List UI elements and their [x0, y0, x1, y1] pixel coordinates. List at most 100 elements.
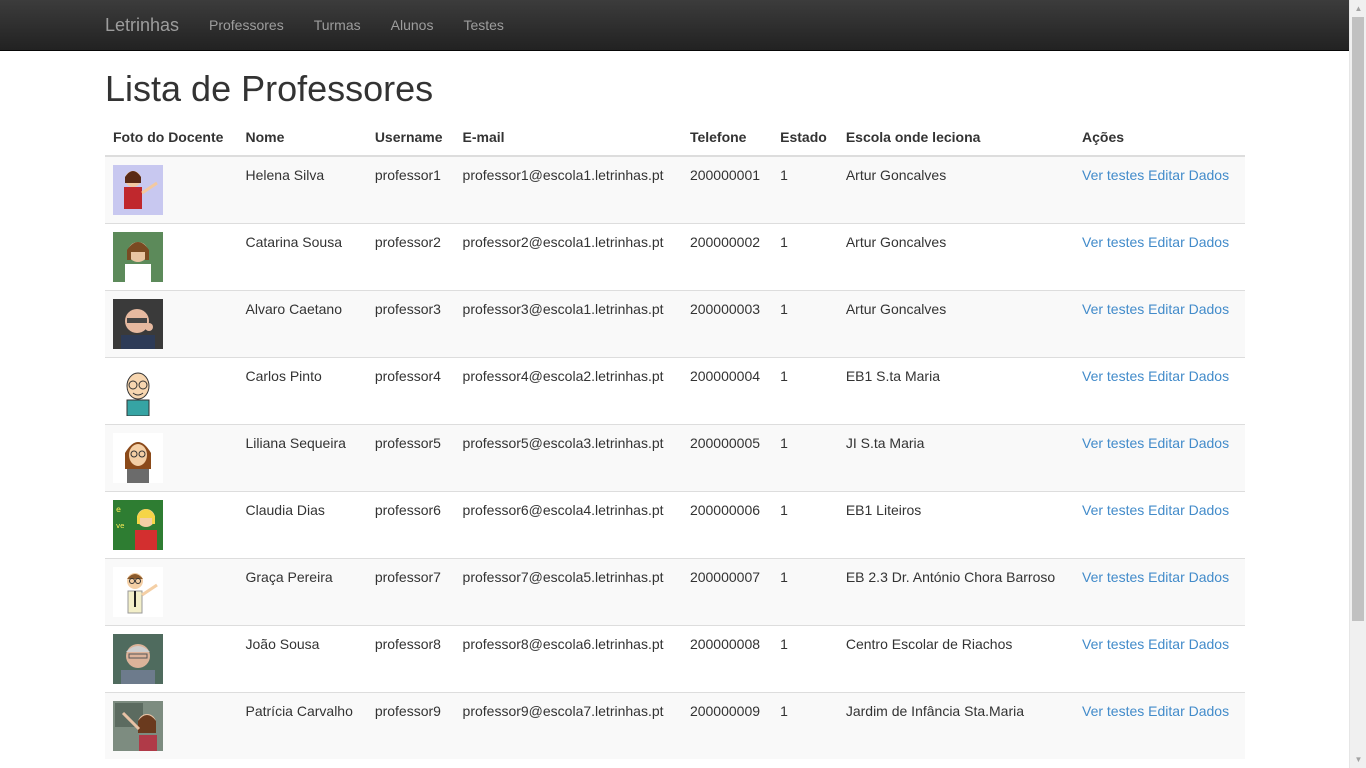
edit-data-link[interactable]: Editar Dados: [1148, 703, 1229, 719]
teacher-email: professor5@escola3.letrinhas.pt: [454, 424, 682, 492]
teacher-photo-cell: [105, 558, 238, 626]
teachers-table: Foto do Docente Nome Username E-mail Tel…: [105, 119, 1245, 759]
teacher-email: professor4@escola2.letrinhas.pt: [454, 357, 682, 425]
teacher-photo-cell: [105, 290, 238, 358]
teacher-photo-cell: e ve: [105, 491, 238, 559]
teacher-school: EB1 Liteiros: [837, 491, 1074, 559]
teacher-cartoon-pointing-icon: [113, 165, 230, 215]
header-actions: Ações: [1074, 119, 1245, 157]
nav-item-turmas[interactable]: Turmas: [299, 0, 376, 50]
header-state: Estado: [772, 119, 838, 157]
table-row: Graça Pereira professor7 professor7@esco…: [105, 558, 1245, 626]
teacher-username: professor6: [366, 491, 455, 559]
teacher-photo: [113, 232, 230, 282]
actions-cell: Ver testes Editar Dados: [1074, 223, 1245, 291]
teacher-photo-cell: [105, 223, 238, 291]
teacher-school: Artur Goncalves: [837, 223, 1074, 291]
teacher-photo-cell: [105, 155, 238, 224]
teacher-state: 1: [772, 223, 838, 291]
teacher-phone: 200000002: [681, 223, 773, 291]
nav-item-professores[interactable]: Professores: [194, 0, 299, 50]
teacher-state: 1: [772, 290, 838, 358]
edit-data-link[interactable]: Editar Dados: [1148, 569, 1229, 585]
teacher-phone: 200000005: [681, 424, 773, 492]
header-email: E-mail: [454, 119, 682, 157]
teacher-name: Helena Silva: [237, 155, 367, 224]
teacher-email: professor2@escola1.letrinhas.pt: [454, 223, 682, 291]
teacher-name: Claudia Dias: [237, 491, 367, 559]
table-row: e ve Claudia Dias professor6 professor6@e…: [105, 491, 1245, 559]
table-row: Liliana Sequeira professor5 professor5@e…: [105, 424, 1245, 492]
teacher-school: Jardim de Infância Sta.Maria: [837, 692, 1074, 759]
teacher-email: professor3@escola1.letrinhas.pt: [454, 290, 682, 358]
teacher-phone: 200000003: [681, 290, 773, 358]
teacher-photo-cell: [105, 692, 238, 759]
teacher-name: Patrícia Carvalho: [237, 692, 367, 759]
teacher-school: EB1 S.ta Maria: [837, 357, 1074, 425]
teacher-phone: 200000006: [681, 491, 773, 559]
teacher-state: 1: [772, 625, 838, 693]
teacher-state: 1: [772, 155, 838, 224]
view-tests-link[interactable]: Ver testes: [1082, 703, 1144, 719]
edit-data-link[interactable]: Editar Dados: [1148, 167, 1229, 183]
vertical-scrollbar[interactable]: ▲ ▼: [1349, 0, 1366, 768]
edit-data-link[interactable]: Editar Dados: [1148, 368, 1229, 384]
teacher-cartoon-icon: [113, 433, 230, 483]
view-tests-link[interactable]: Ver testes: [1082, 301, 1144, 317]
teacher-state: 1: [772, 424, 838, 492]
top-navbar: Letrinhas Professores Turmas Alunos Test…: [0, 0, 1349, 51]
view-tests-link[interactable]: Ver testes: [1082, 569, 1144, 585]
brand-link[interactable]: Letrinhas: [105, 15, 179, 35]
edit-data-link[interactable]: Editar Dados: [1148, 502, 1229, 518]
teacher-username: professor8: [366, 625, 455, 693]
teacher-name: Carlos Pinto: [237, 357, 367, 425]
view-tests-link[interactable]: Ver testes: [1082, 234, 1144, 250]
teacher-school: Centro Escolar de Riachos: [837, 625, 1074, 693]
teacher-school: EB 2.3 Dr. António Chora Barroso: [837, 558, 1074, 626]
nav-item-testes[interactable]: Testes: [448, 0, 518, 50]
teacher-username: professor9: [366, 692, 455, 759]
actions-cell: Ver testes Editar Dados: [1074, 290, 1245, 358]
header-school: Escola onde leciona: [837, 119, 1074, 157]
teacher-name: Alvaro Caetano: [237, 290, 367, 358]
view-tests-link[interactable]: Ver testes: [1082, 167, 1144, 183]
teacher-phone: 200000008: [681, 625, 773, 693]
view-tests-link[interactable]: Ver testes: [1082, 435, 1144, 451]
scrollbar-thumb[interactable]: [1352, 17, 1364, 621]
table-row: João Sousa professor8 professor8@escola6…: [105, 625, 1245, 693]
teacher-school: Artur Goncalves: [837, 155, 1074, 224]
teacher-school: Artur Goncalves: [837, 290, 1074, 358]
teacher-phone: 200000001: [681, 155, 773, 224]
edit-data-link[interactable]: Editar Dados: [1148, 301, 1229, 317]
view-tests-link[interactable]: Ver testes: [1082, 636, 1144, 652]
teacher-cartoon-chalkboard-icon: e ve: [113, 500, 230, 550]
scroll-down-icon[interactable]: ▼: [1350, 751, 1366, 768]
header-name: Nome: [237, 119, 367, 157]
teacher-state: 1: [772, 558, 838, 626]
teacher-email: professor8@escola6.letrinhas.pt: [454, 625, 682, 693]
teacher-email: professor7@escola5.letrinhas.pt: [454, 558, 682, 626]
view-tests-link[interactable]: Ver testes: [1082, 368, 1144, 384]
teacher-username: professor3: [366, 290, 455, 358]
header-photo: Foto do Docente: [105, 119, 238, 157]
nav-item-alunos[interactable]: Alunos: [376, 0, 449, 50]
teacher-phone: 200000004: [681, 357, 773, 425]
edit-data-link[interactable]: Editar Dados: [1148, 636, 1229, 652]
teacher-photo-cell: [105, 424, 238, 492]
scroll-up-icon[interactable]: ▲: [1350, 0, 1366, 17]
edit-data-link[interactable]: Editar Dados: [1148, 435, 1229, 451]
svg-text:e: e: [116, 505, 121, 514]
teacher-email: professor1@escola1.letrinhas.pt: [454, 155, 682, 224]
teacher-cartoon-icon: [113, 366, 230, 416]
teacher-cartoon-icon: [113, 567, 230, 617]
page-title: Lista de Professores: [105, 68, 434, 109]
teacher-photo: [113, 701, 230, 751]
edit-data-link[interactable]: Editar Dados: [1148, 234, 1229, 250]
teacher-username: professor4: [366, 357, 455, 425]
teacher-username: professor7: [366, 558, 455, 626]
table-row: Patrícia Carvalho professor9 professor9@…: [105, 692, 1245, 759]
view-tests-link[interactable]: Ver testes: [1082, 502, 1144, 518]
teacher-state: 1: [772, 692, 838, 759]
teacher-username: professor2: [366, 223, 455, 291]
teacher-state: 1: [772, 357, 838, 425]
